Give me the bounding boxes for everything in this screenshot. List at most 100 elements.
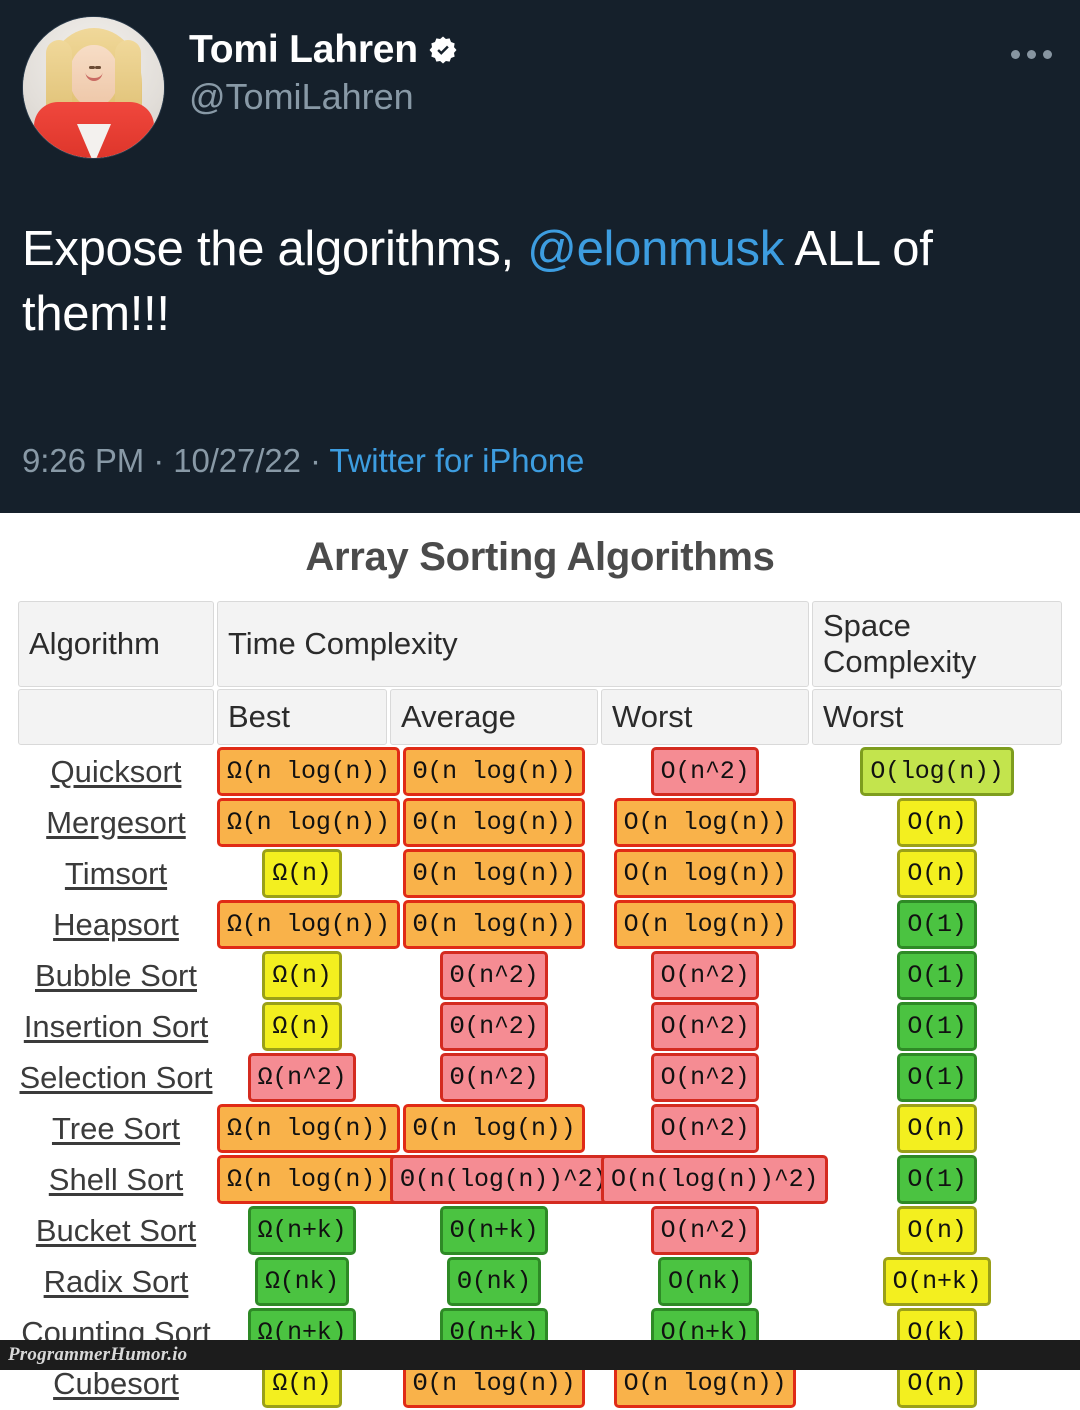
complexity-badge: O(n)	[897, 1206, 977, 1255]
algorithm-link[interactable]: Insertion Sort	[24, 1009, 208, 1044]
best-complexity-cell: Ω(n)	[217, 1002, 387, 1051]
algorithm-name-cell: Mergesort	[18, 798, 214, 847]
tweet-header: Tomi Lahren @TomiLahren	[22, 16, 1058, 159]
best-complexity-cell: Ω(nk)	[217, 1257, 387, 1306]
best-complexity-cell: Ω(n+k)	[217, 1206, 387, 1255]
header-worst-time: Worst	[601, 689, 809, 745]
complexity-badge: Ω(n^2)	[247, 1053, 357, 1102]
complexity-badge: O(n)	[897, 1104, 977, 1153]
algorithm-name-cell: Selection Sort	[18, 1053, 214, 1102]
tweet-text: Expose the algorithms, @elonmusk ALL of …	[22, 217, 1058, 346]
table-row: Timsort Ω(n) Θ(n log(n)) O(n log(n)) O(n)	[18, 849, 1062, 898]
best-complexity-cell: Ω(n log(n))	[217, 1155, 400, 1204]
table-row: Bubble Sort Ω(n) Θ(n^2) O(n^2) O(1)	[18, 951, 1062, 1000]
header-average: Average	[390, 689, 598, 745]
complexity-badge: O(1)	[897, 1053, 977, 1102]
table-row: Heapsort Ω(n log(n)) Θ(n log(n)) O(n log(n)…	[18, 900, 1062, 949]
space-complexity-cell: O(1)	[812, 900, 1062, 949]
table-header-row-groups: Algorithm Time Complexity Space Complexi…	[18, 601, 1062, 687]
algorithm-link[interactable]: Cubesort	[53, 1366, 179, 1401]
worst-complexity-cell: O(n^2)	[601, 1104, 809, 1153]
algorithm-name-cell: Radix Sort	[18, 1257, 214, 1306]
complexity-badge: O(nk)	[657, 1257, 752, 1306]
worst-complexity-cell: O(n log(n))	[601, 849, 809, 898]
complexity-badge: Θ(n^2)	[439, 1002, 549, 1051]
complexity-badge: Θ(n^2)	[439, 951, 549, 1000]
header-empty	[18, 689, 214, 745]
tweet-time: 9:26 PM	[22, 442, 145, 479]
header-space-complexity: Space Complexity	[812, 601, 1062, 687]
table-row: Mergesort Ω(n log(n)) Θ(n log(n)) O(n log(n…	[18, 798, 1062, 847]
average-complexity-cell: Θ(n log(n))	[390, 849, 598, 898]
complexity-badge: Ω(n log(n))	[217, 798, 400, 847]
algorithm-name-cell: Tree Sort	[18, 1104, 214, 1153]
table-header-row-subs: Best Average Worst Worst	[18, 689, 1062, 745]
worst-complexity-cell: O(n^2)	[601, 1206, 809, 1255]
complexity-badge: O(n)	[897, 849, 977, 898]
avatar-eye-right	[95, 65, 101, 69]
space-complexity-cell: O(n)	[812, 798, 1062, 847]
watermark: ProgrammerHumor.io	[8, 1344, 188, 1365]
complexity-badge: Θ(n(log(n))^2)	[390, 1155, 618, 1204]
complexity-badge: O(1)	[897, 900, 977, 949]
complexity-badge: O(n^2)	[650, 1053, 760, 1102]
header-best: Best	[217, 689, 387, 745]
algorithm-link[interactable]: Bucket Sort	[36, 1213, 196, 1248]
complexity-badge: O(1)	[897, 951, 977, 1000]
algorithm-name-cell: Heapsort	[18, 900, 214, 949]
average-complexity-cell: Θ(n^2)	[390, 1002, 598, 1051]
table-body: Quicksort Ω(n log(n)) Θ(n log(n)) O(n^2) O(l…	[18, 747, 1062, 1408]
table-row: Selection Sort Ω(n^2) Θ(n^2) O(n^2) O(1)	[18, 1053, 1062, 1102]
complexity-badge: Θ(nk)	[446, 1257, 541, 1306]
best-complexity-cell: Ω(n)	[217, 849, 387, 898]
algorithm-link[interactable]: Radix Sort	[44, 1264, 189, 1299]
average-complexity-cell: Θ(n log(n))	[390, 798, 598, 847]
algorithm-link[interactable]: Heapsort	[53, 907, 179, 942]
user-handle[interactable]: @TomiLahren	[189, 77, 458, 117]
complexity-badge: O(1)	[897, 1155, 977, 1204]
avatar-blazer-lapel	[76, 123, 111, 158]
space-complexity-cell: O(1)	[812, 1002, 1062, 1051]
algorithm-link[interactable]: Timsort	[65, 856, 167, 891]
complexity-badge: O(n log(n))	[613, 900, 797, 949]
worst-complexity-cell: O(n^2)	[601, 1002, 809, 1051]
algorithm-name-cell: Insertion Sort	[18, 1002, 214, 1051]
algorithm-name-cell: Quicksort	[18, 747, 214, 796]
complexity-badge: O(n+k)	[882, 1257, 992, 1306]
table-row: Radix Sort Ω(nk) Θ(nk) O(nk) O(n+k)	[18, 1257, 1062, 1306]
algorithm-link[interactable]: Selection Sort	[20, 1060, 213, 1095]
algorithm-link[interactable]: Quicksort	[51, 754, 182, 789]
table-row: Tree Sort Ω(n log(n)) Θ(n log(n)) O(n^2) O(n…	[18, 1104, 1062, 1153]
table-row: Insertion Sort Ω(n) Θ(n^2) O(n^2) O(1)	[18, 1002, 1062, 1051]
complexity-badge: O(n^2)	[650, 1206, 760, 1255]
algorithm-name-cell: Bucket Sort	[18, 1206, 214, 1255]
average-complexity-cell: Θ(n log(n))	[390, 1104, 598, 1153]
algorithm-link[interactable]: Mergesort	[46, 805, 186, 840]
avatar-eye-left	[89, 65, 95, 69]
more-options-icon[interactable]	[1011, 50, 1052, 59]
complexity-badge: Θ(n log(n))	[402, 900, 586, 949]
complexity-table: Algorithm Time Complexity Space Complexi…	[15, 599, 1065, 1410]
worst-complexity-cell: O(n^2)	[601, 1053, 809, 1102]
avatar-smile	[85, 71, 102, 82]
complexity-badge: Θ(n log(n))	[402, 747, 586, 796]
algorithm-link[interactable]: Shell Sort	[49, 1162, 183, 1197]
algorithm-link[interactable]: Bubble Sort	[35, 958, 197, 993]
complexity-badge: Θ(n+k)	[439, 1206, 549, 1255]
average-complexity-cell: Θ(nk)	[390, 1257, 598, 1306]
table-row: Shell Sort Ω(n log(n)) Θ(n(log(n))^2) O(n(l…	[18, 1155, 1062, 1204]
tweet-source-link[interactable]: Twitter for iPhone	[329, 442, 584, 479]
complexity-badge: Ω(n log(n))	[217, 1104, 400, 1153]
complexity-badge: Θ(n^2)	[439, 1053, 549, 1102]
space-complexity-cell: O(log(n))	[812, 747, 1062, 796]
average-complexity-cell: Θ(n+k)	[390, 1206, 598, 1255]
avatar[interactable]	[22, 16, 165, 159]
complexity-badge: Ω(n)	[262, 849, 342, 898]
display-name[interactable]: Tomi Lahren	[189, 29, 418, 71]
more-dot-2	[1027, 50, 1036, 59]
complexity-badge: Ω(n+k)	[247, 1206, 357, 1255]
best-complexity-cell: Ω(n log(n))	[217, 798, 400, 847]
mention-link[interactable]: @elonmusk	[527, 222, 784, 276]
header-worst-space: Worst	[812, 689, 1062, 745]
algorithm-link[interactable]: Tree Sort	[52, 1111, 180, 1146]
